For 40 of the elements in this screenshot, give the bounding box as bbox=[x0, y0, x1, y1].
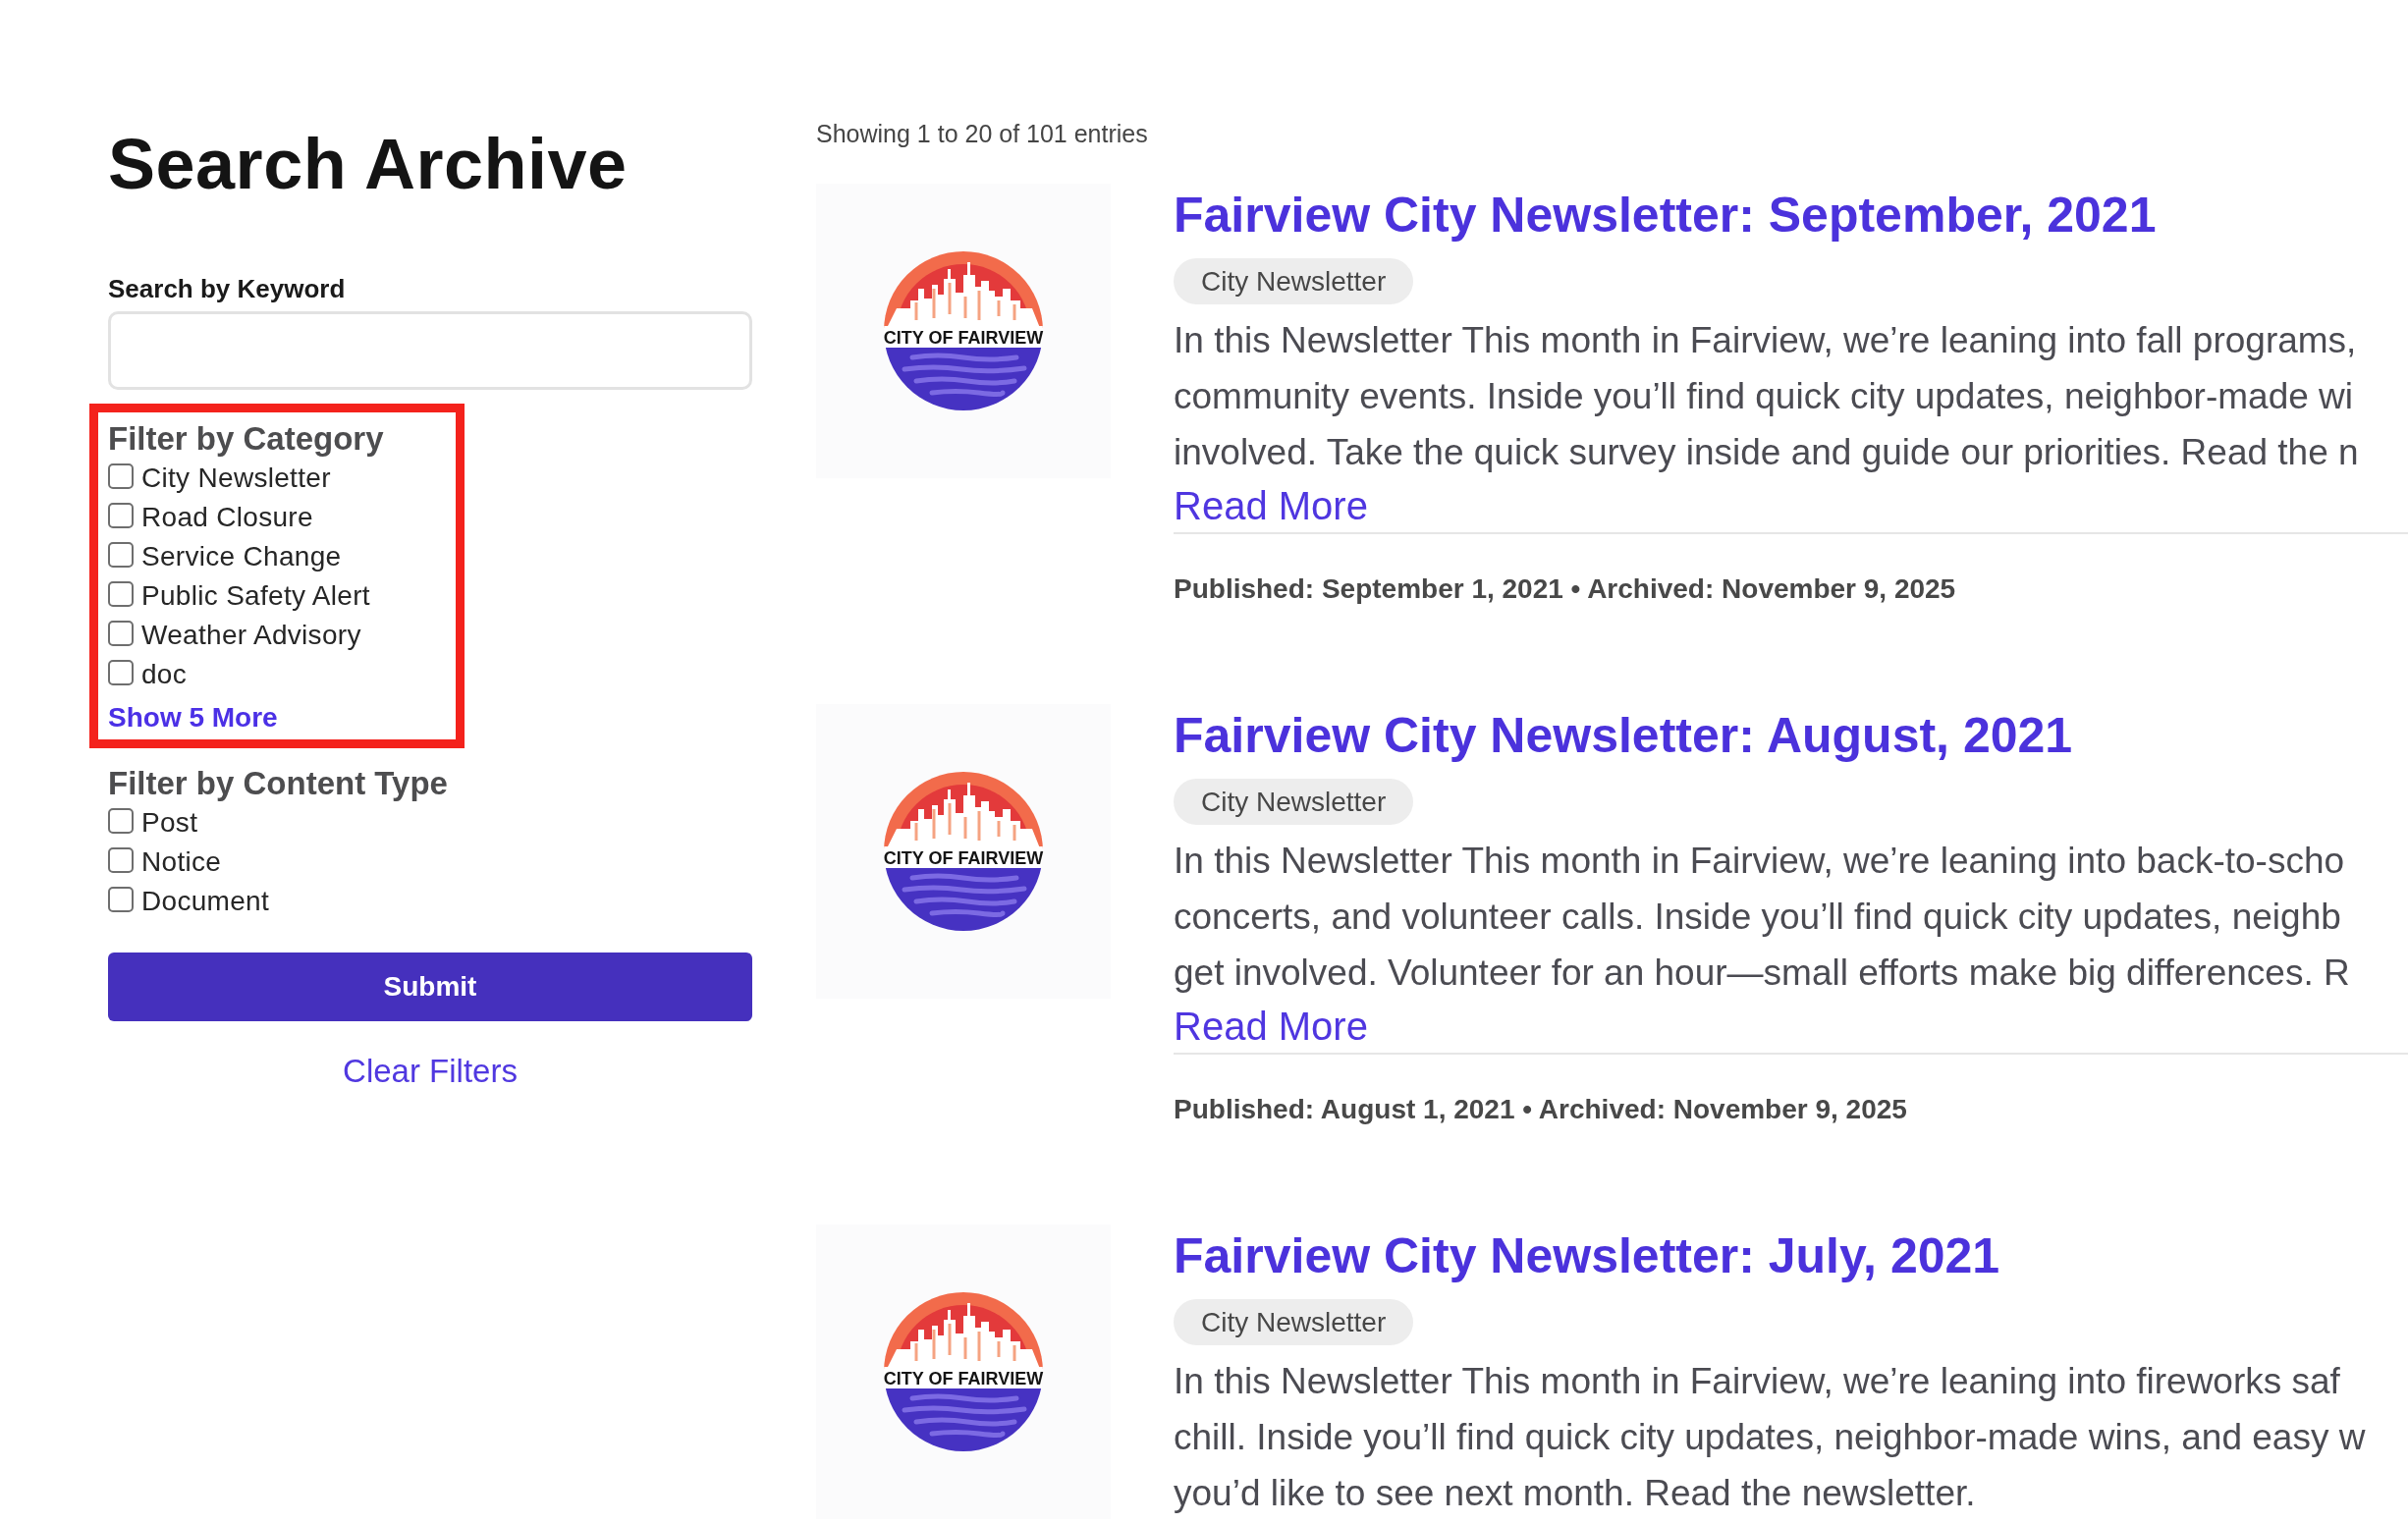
checkbox-label[interactable]: Service Change bbox=[141, 540, 342, 573]
checkbox[interactable] bbox=[108, 542, 134, 568]
checkbox-label[interactable]: Weather Advisory bbox=[141, 619, 361, 652]
checkbox[interactable] bbox=[108, 660, 134, 685]
article-title-link[interactable]: Fairview City Newsletter: July, 2021 bbox=[1174, 1225, 2000, 1287]
checkbox[interactable] bbox=[108, 887, 134, 912]
checkbox-label[interactable]: Post bbox=[141, 806, 198, 840]
page-title: Search Archive bbox=[108, 124, 628, 205]
checkbox[interactable] bbox=[108, 503, 134, 528]
checkbox-label[interactable]: City Newsletter bbox=[141, 462, 331, 495]
filter-heading: Filter by Category bbox=[108, 419, 384, 459]
checkbox[interactable] bbox=[108, 847, 134, 873]
filter-heading: Filter by Content Type bbox=[108, 764, 448, 803]
read-more-link[interactable]: Read More bbox=[1174, 480, 1368, 531]
keyword-label: Search by Keyword bbox=[108, 273, 346, 304]
category-tag: City Newsletter bbox=[1174, 1299, 1414, 1345]
read-more-link[interactable]: Read More bbox=[1174, 1001, 1368, 1052]
keyword-input[interactable] bbox=[108, 311, 752, 390]
excerpt-text: In this Newsletter This month in Fairview, we’re leaning into fireworks saf chill. Inside you’ll find quick city updates, neighbor-made wins, and easy w you’d like to see next month. Read the newsletter. bbox=[1174, 1360, 2366, 1515]
publish-dates: Published: September 1, 2021 • Archived: November 9, 2025 bbox=[1174, 572, 1956, 606]
checkbox-label[interactable]: Public Safety Alert bbox=[141, 579, 370, 613]
results-count: Showing 1 to 20 of 101 entries bbox=[816, 119, 1148, 148]
category-tag: City Newsletter bbox=[1174, 779, 1414, 825]
checkbox-label[interactable]: Road Closure bbox=[141, 501, 313, 534]
submit-button[interactable]: Submit bbox=[108, 952, 752, 1021]
publish-dates: Published: August 1, 2021 • Archived: November 9, 2025 bbox=[1174, 1093, 1907, 1126]
checkbox[interactable] bbox=[108, 621, 134, 646]
category-tag: City Newsletter bbox=[1174, 258, 1414, 304]
checkbox-label[interactable]: Notice bbox=[141, 845, 222, 879]
clear-filters-link[interactable]: Clear Filters bbox=[343, 1052, 518, 1091]
checkbox-label[interactable]: doc bbox=[141, 658, 188, 691]
checkbox[interactable] bbox=[108, 463, 134, 489]
article-title-link[interactable]: Fairview City Newsletter: September, 2021 bbox=[1174, 184, 2157, 246]
show-more-link[interactable]: Show 5 More bbox=[108, 701, 278, 735]
excerpt-text: In this Newsletter This month in Fairview, we’re leaning into fall programs, community events. Inside you’ll find quick city updates, neighbor-made wi involved. Take the quick survey inside and guide our priorities. Read the n bbox=[1174, 319, 2359, 474]
checkbox-label[interactable]: Document bbox=[141, 885, 269, 918]
article-title-link[interactable]: Fairview City Newsletter: August, 2021 bbox=[1174, 704, 2073, 767]
excerpt-text: In this Newsletter This month in Fairview, we’re leaning into back-to-scho concerts, and volunteer calls. Inside you’ll find quick city updates, neighb get involved. Volunteer for an hour—small efforts make big differences. R bbox=[1174, 840, 2350, 995]
checkbox[interactable] bbox=[108, 808, 134, 834]
checkbox[interactable] bbox=[108, 581, 134, 607]
